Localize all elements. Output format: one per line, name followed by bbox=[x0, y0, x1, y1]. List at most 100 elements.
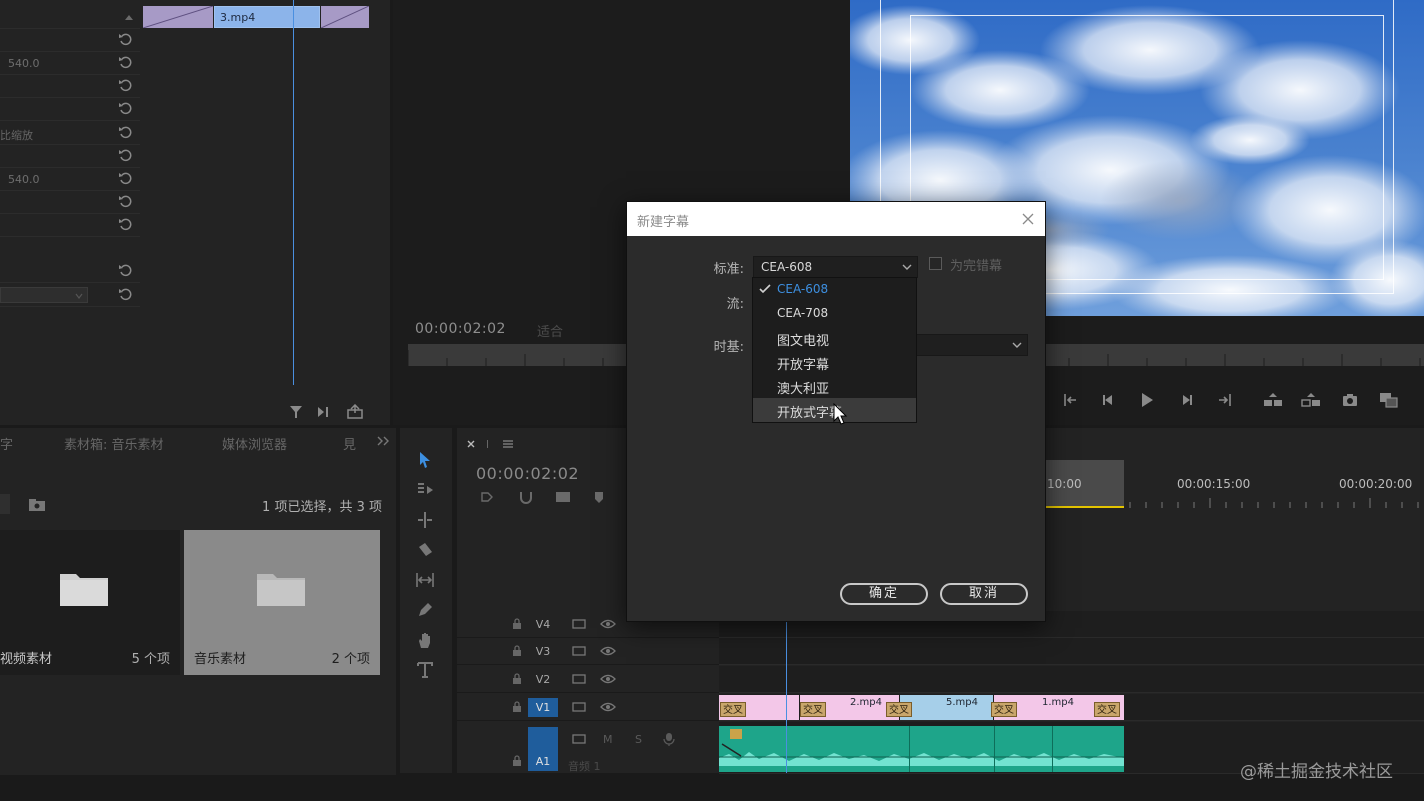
lock-icon[interactable] bbox=[512, 645, 522, 657]
dropdown-option[interactable]: CEA-708 bbox=[753, 302, 916, 326]
reset-icon[interactable] bbox=[118, 78, 132, 92]
bin-video[interactable]: 视频素材 5 个项 bbox=[0, 530, 180, 675]
effect-row bbox=[0, 98, 140, 121]
folder-icon bbox=[60, 574, 108, 606]
track-lane-v2[interactable] bbox=[719, 666, 1424, 693]
track-name[interactable]: V1 bbox=[528, 698, 558, 717]
reset-icon[interactable] bbox=[118, 287, 132, 301]
solo-button[interactable]: S bbox=[635, 733, 642, 746]
camera-icon[interactable] bbox=[1341, 391, 1359, 409]
tab-info[interactable]: 見 bbox=[343, 434, 356, 453]
video-clip[interactable]: 5.mp4 bbox=[900, 695, 993, 720]
reset-icon[interactable] bbox=[118, 55, 132, 69]
transition-label[interactable]: 交叉 bbox=[800, 702, 826, 717]
lock-icon[interactable] bbox=[512, 618, 522, 630]
audio-clip[interactable] bbox=[719, 726, 1124, 772]
program-timecode[interactable]: 00:00:02:02 bbox=[415, 321, 506, 337]
effect-value[interactable]: 540.0 bbox=[8, 57, 40, 70]
caption-checkbox[interactable] bbox=[929, 257, 942, 270]
reset-icon[interactable] bbox=[118, 171, 132, 185]
track-lane-v3[interactable] bbox=[719, 638, 1424, 665]
transition-label[interactable]: 交叉 bbox=[720, 702, 746, 717]
reset-icon[interactable] bbox=[118, 32, 132, 46]
compare-view-icon[interactable] bbox=[1378, 391, 1400, 409]
mark-out-icon[interactable] bbox=[1215, 391, 1233, 409]
playhead-line[interactable] bbox=[293, 0, 294, 385]
lock-icon[interactable] bbox=[512, 755, 522, 767]
sync-lock-icon[interactable] bbox=[572, 645, 586, 657]
sync-lock-icon[interactable] bbox=[572, 673, 586, 685]
fit-select[interactable]: 适合 bbox=[537, 321, 563, 340]
sync-lock-icon[interactable] bbox=[572, 733, 586, 745]
track-name[interactable]: V2 bbox=[528, 670, 558, 689]
new-bin-icon[interactable] bbox=[28, 498, 46, 512]
dropdown-option[interactable]: 图文电视 bbox=[753, 326, 916, 350]
type-tool-icon[interactable] bbox=[415, 660, 435, 680]
reset-icon[interactable] bbox=[118, 101, 132, 115]
ripple-edit-tool-icon[interactable] bbox=[415, 510, 435, 530]
step-forward-icon[interactable] bbox=[1177, 391, 1195, 409]
chevron-down-icon bbox=[902, 264, 912, 270]
bin-name: 视频素材 bbox=[0, 652, 53, 667]
dropdown-option[interactable]: CEA-608 bbox=[753, 278, 916, 302]
dropdown-option[interactable]: 开放字幕 bbox=[753, 350, 916, 374]
effect-value[interactable]: 540.0 bbox=[8, 173, 40, 186]
razor-tool-icon[interactable] bbox=[415, 540, 435, 560]
lock-icon[interactable] bbox=[512, 701, 522, 713]
lift-icon[interactable] bbox=[1262, 391, 1284, 409]
eye-icon[interactable] bbox=[600, 674, 616, 684]
slip-tool-icon[interactable] bbox=[415, 570, 435, 590]
sync-lock-icon[interactable] bbox=[572, 618, 586, 630]
track-name[interactable]: A1 bbox=[528, 727, 558, 771]
timeline-playhead[interactable] bbox=[786, 611, 787, 773]
close-icon[interactable] bbox=[1021, 212, 1035, 226]
watermark: @稀土掘金技术社区 bbox=[1240, 762, 1393, 782]
reset-icon[interactable] bbox=[118, 263, 132, 277]
reset-icon[interactable] bbox=[118, 125, 132, 139]
eye-icon[interactable] bbox=[600, 619, 616, 629]
selection-tool-icon[interactable] bbox=[415, 450, 435, 470]
transition-label[interactable]: 交叉 bbox=[886, 702, 912, 717]
blend-mode-select[interactable] bbox=[0, 287, 88, 303]
mark-in-icon[interactable] bbox=[1062, 391, 1080, 409]
sync-lock-icon[interactable] bbox=[572, 701, 586, 713]
work-area-bar[interactable] bbox=[1046, 506, 1124, 508]
tab-media-browser[interactable]: 媒体浏览器 bbox=[222, 434, 287, 453]
track-name[interactable]: V4 bbox=[528, 615, 558, 634]
ec-clip-block[interactable]: 3.mp4 bbox=[214, 6, 320, 28]
search-field-edge[interactable] bbox=[0, 494, 10, 514]
reset-icon[interactable] bbox=[118, 148, 132, 162]
tab-project[interactable]: 字 bbox=[0, 434, 13, 453]
transition-block[interactable] bbox=[320, 5, 370, 29]
mute-button[interactable]: M bbox=[603, 733, 613, 746]
timeline-tab-controls[interactable] bbox=[466, 438, 516, 450]
timebase-label: 时基: bbox=[713, 340, 744, 355]
eye-icon[interactable] bbox=[600, 646, 616, 656]
track-select-tool-icon[interactable] bbox=[415, 480, 435, 500]
effect-timeline[interactable]: 3.mp4 bbox=[142, 0, 388, 400]
timeline-timecode[interactable]: 00:00:02:02 bbox=[476, 464, 579, 483]
lock-icon[interactable] bbox=[512, 673, 522, 685]
pen-tool-icon[interactable] bbox=[415, 600, 435, 620]
reset-icon[interactable] bbox=[118, 194, 132, 208]
eye-icon[interactable] bbox=[600, 702, 616, 712]
chevron-down-icon bbox=[75, 293, 83, 299]
tab-bin-music[interactable]: 素材箱: 音乐素材 bbox=[64, 434, 164, 453]
scroll-up-icon[interactable] bbox=[124, 13, 134, 21]
ok-button[interactable]: 确定 bbox=[840, 583, 928, 605]
dropdown-option[interactable]: 澳大利亚 bbox=[753, 374, 916, 398]
bin-music[interactable]: 音乐素材 2 个项 bbox=[184, 530, 380, 675]
step-back-icon[interactable] bbox=[1100, 391, 1118, 409]
transition-block[interactable] bbox=[142, 5, 214, 29]
reset-icon[interactable] bbox=[118, 217, 132, 231]
microphone-icon[interactable] bbox=[663, 732, 675, 746]
panel-overflow-icon[interactable] bbox=[376, 436, 390, 446]
hand-tool-icon[interactable] bbox=[415, 630, 435, 650]
play-icon[interactable] bbox=[1138, 391, 1156, 409]
cancel-button[interactable]: 取消 bbox=[940, 583, 1028, 605]
transition-label[interactable]: 交叉 bbox=[991, 702, 1017, 717]
extract-icon[interactable] bbox=[1300, 391, 1322, 409]
standard-select[interactable]: CEA-608 bbox=[753, 256, 918, 278]
track-name[interactable]: V3 bbox=[528, 642, 558, 661]
transition-label[interactable]: 交叉 bbox=[1094, 702, 1120, 717]
